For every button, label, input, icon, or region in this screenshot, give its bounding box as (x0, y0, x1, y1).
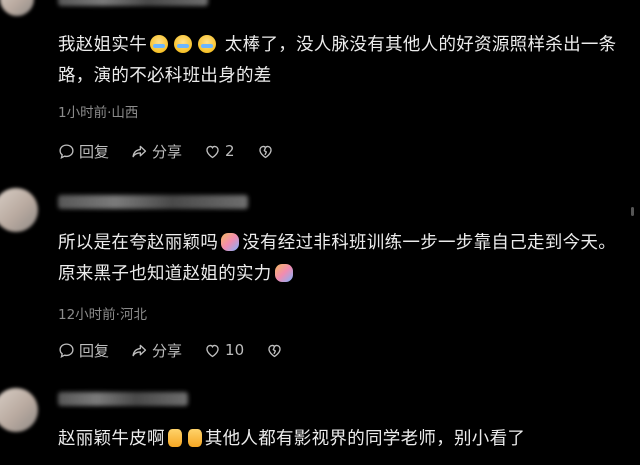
scroll-indicator[interactable] (631, 207, 634, 216)
hugging-people-icon (221, 233, 240, 251)
share-button[interactable]: 分享 (131, 141, 182, 162)
hugging-people-icon (274, 264, 293, 282)
dislike-button[interactable] (266, 342, 287, 359)
comment-meta: 1小时前·山西 (58, 105, 139, 121)
share-arrow-icon (132, 344, 147, 356)
comment-actions: 回复 分享 2 (58, 141, 300, 161)
comment-bubble-icon (59, 143, 74, 159)
heart-icon (206, 344, 219, 357)
share-button[interactable]: 分享 (131, 340, 182, 361)
avatar[interactable] (0, 188, 38, 232)
reply-button[interactable]: 回复 (58, 340, 109, 361)
reply-button[interactable]: 回复 (58, 141, 109, 162)
avatar[interactable] (0, 0, 34, 16)
username-blurred[interactable] (58, 392, 188, 406)
like-button[interactable]: 10 (204, 341, 244, 359)
crying-face-icon (150, 35, 168, 53)
crying-face-icon (174, 35, 192, 53)
comment-actions: 回复 分享 10 (58, 340, 309, 360)
comment-text: 所以是在夸赵丽颖吗 没有经过非科班训练一步一步靠自己走到今天。原来黑子也知道赵姐的… (58, 233, 617, 284)
broken-heart-icon (258, 145, 272, 158)
heart-icon (206, 145, 219, 158)
thumbs-up-icon (167, 429, 182, 447)
username-blurred[interactable] (58, 0, 208, 6)
broken-heart-icon (268, 344, 281, 357)
crying-face-icon (198, 35, 216, 53)
username-blurred[interactable] (58, 195, 248, 209)
comment-text: 我赵姐实牛 太棒了，没人脉没有其他人的好资源照样杀出一条路，演的不必科班出身的差 (58, 35, 617, 86)
like-button[interactable]: 2 (204, 142, 235, 160)
comment-bubble-icon (59, 342, 74, 358)
comment-meta: 12小时前·河北 (58, 307, 147, 323)
comment-text: 赵丽颖牛皮啊 其他人都有影视界的同学老师，别小看了 (58, 429, 526, 449)
share-arrow-icon (132, 145, 147, 157)
avatar[interactable] (0, 388, 38, 432)
dislike-button[interactable] (257, 143, 278, 160)
thumbs-up-icon (187, 429, 202, 447)
